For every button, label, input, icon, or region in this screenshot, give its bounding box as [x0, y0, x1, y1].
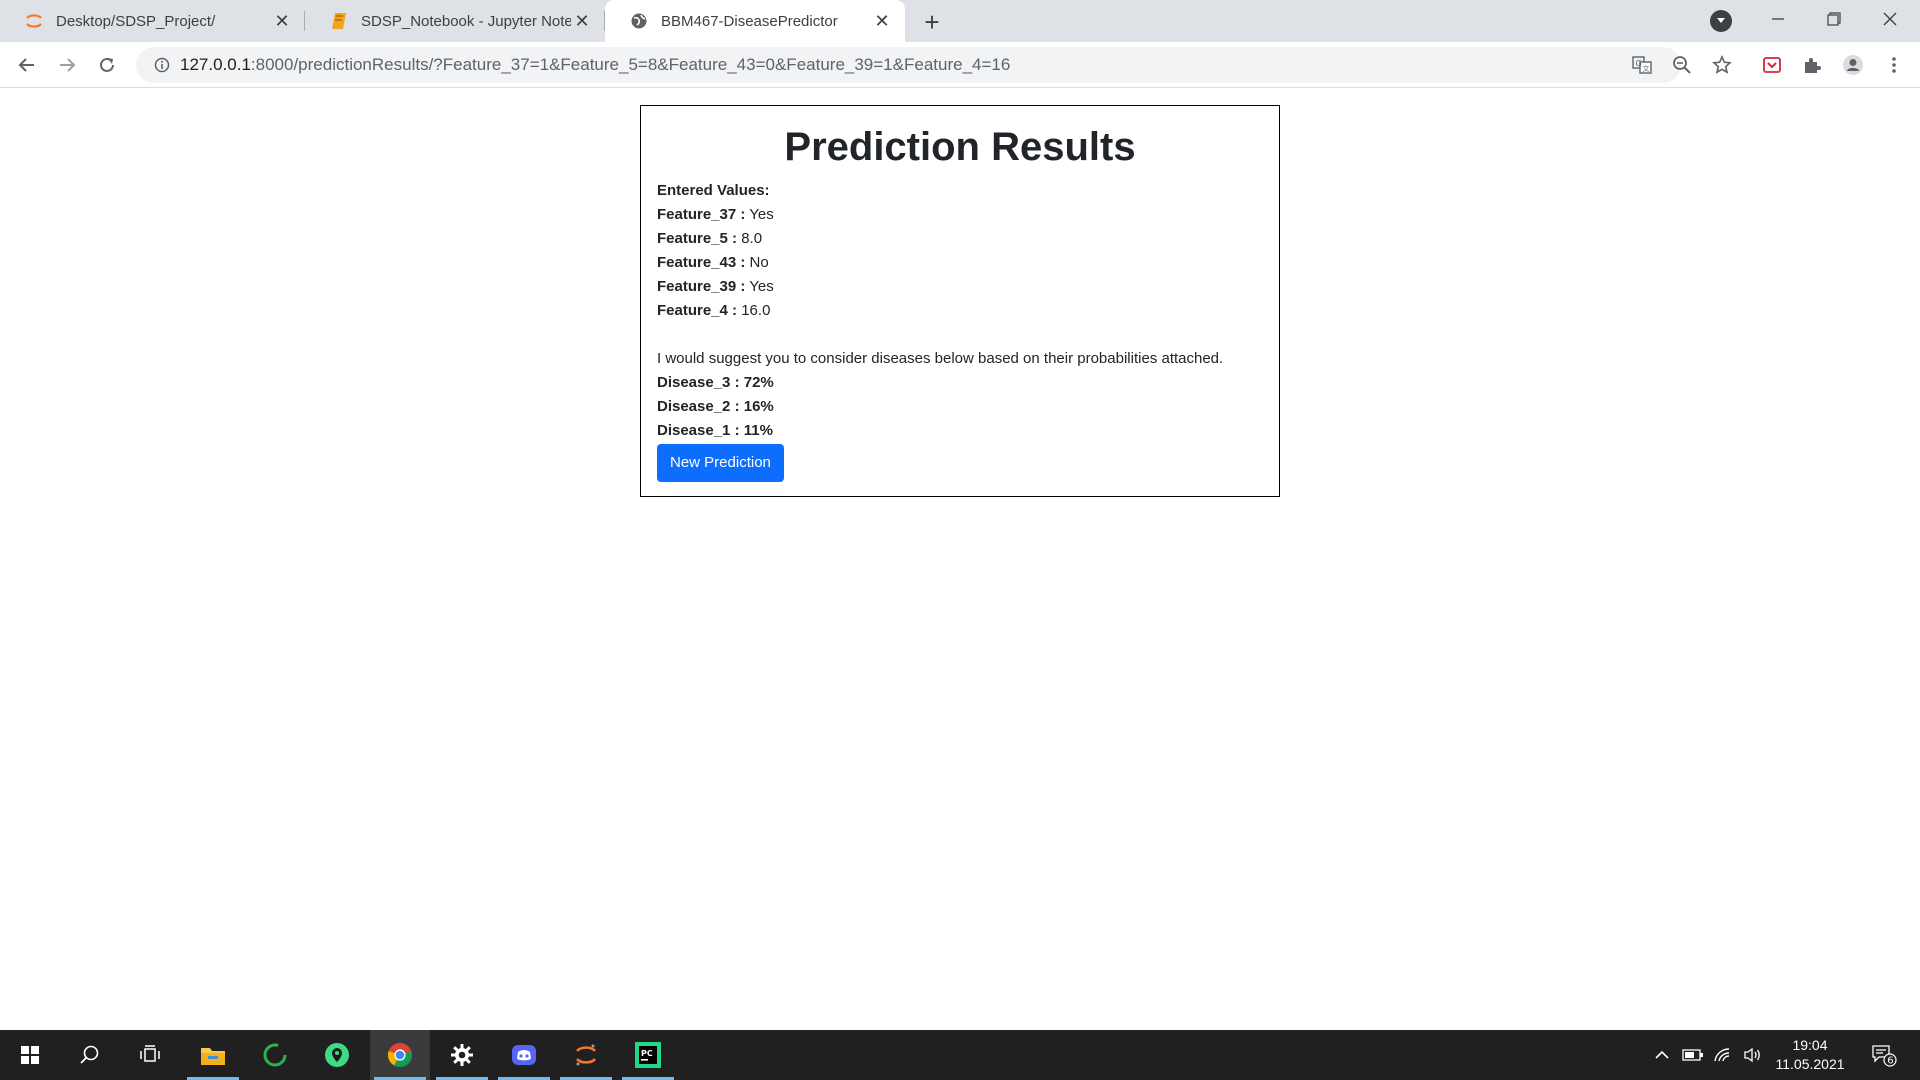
entered-values-label: Entered Values:: [657, 182, 770, 199]
settings-gear-icon[interactable]: [432, 1030, 492, 1080]
feature-value: 16.0: [741, 302, 771, 319]
disease-name: Disease_2 :: [657, 398, 740, 415]
wifi-icon[interactable]: [1710, 1030, 1736, 1080]
forward-button[interactable]: [51, 49, 83, 81]
task-view-icon[interactable]: [120, 1030, 180, 1080]
disease-probability: 16%: [743, 398, 774, 415]
disease-probability: 72%: [743, 374, 774, 391]
tab-search-button[interactable]: [1710, 10, 1732, 32]
notification-center-icon[interactable]: 6: [1864, 1030, 1904, 1080]
feature-name: Feature_37 :: [657, 206, 746, 223]
browser-menu-icon[interactable]: [1878, 49, 1910, 81]
address-bar[interactable]: 127.0.0.1:8000/predictionResults/?Featur…: [136, 47, 1732, 83]
browser-toolbar: 127.0.0.1:8000/predictionResults/?Featur…: [0, 42, 1920, 88]
clock-time: 19:04: [1792, 1037, 1828, 1053]
zoom-icon[interactable]: [1668, 51, 1696, 79]
close-icon[interactable]: ✕: [871, 10, 893, 32]
system-clock[interactable]: 19:04 11.05.2021: [1770, 1036, 1850, 1074]
bookmark-star-icon[interactable]: [1708, 51, 1736, 79]
disease-row: Disease_1 : 11%: [657, 419, 1263, 443]
feature-value: Yes: [749, 206, 774, 223]
page-title: Prediction Results: [784, 125, 1136, 169]
profile-avatar-icon[interactable]: [1837, 49, 1869, 81]
svg-text:文: 文: [1643, 64, 1650, 73]
feature-name: Feature_43 :: [657, 254, 746, 271]
restore-button[interactable]: [1806, 0, 1862, 38]
tab-disease-predictor[interactable]: BBM467-DiseasePredictor ✕: [605, 0, 905, 42]
prediction-results-card: Prediction Results Entered Values: Featu…: [640, 105, 1280, 497]
disease-row: Disease_3 : 72%: [657, 371, 1263, 395]
jupyter-taskbar-icon[interactable]: [556, 1030, 616, 1080]
feature-row: Feature_43 : No: [657, 251, 1263, 275]
clock-date: 11.05.2021: [1775, 1056, 1845, 1072]
feature-value: 8.0: [741, 230, 763, 247]
tab-title: Desktop/SDSP_Project/: [56, 12, 216, 30]
svg-text:G: G: [1636, 59, 1642, 68]
discord-icon[interactable]: [494, 1030, 554, 1080]
pycharm-icon[interactable]: PC: [618, 1030, 678, 1080]
feature-name: Feature_5 :: [657, 230, 738, 247]
globe-icon: [629, 11, 649, 31]
back-button[interactable]: [11, 49, 43, 81]
svg-text:PC: PC: [641, 1049, 653, 1058]
url-text: 127.0.0.1:8000/predictionResults/?Featur…: [180, 55, 1011, 74]
minimize-button[interactable]: [1750, 0, 1806, 38]
feature-row: Feature_39 : Yes: [657, 275, 1263, 299]
info-icon[interactable]: [144, 57, 180, 73]
windows-start-icon[interactable]: [0, 1030, 60, 1080]
file-explorer-icon[interactable]: [183, 1030, 243, 1080]
pocket-extension-icon[interactable]: [1756, 49, 1788, 81]
show-hidden-icons-chevron-icon[interactable]: [1650, 1030, 1674, 1080]
translate-icon[interactable]: G文: [1628, 51, 1656, 79]
jupyter-icon: [24, 11, 44, 31]
feature-value: No: [749, 254, 769, 271]
new-tab-button[interactable]: +: [918, 7, 946, 37]
tab-strip: Desktop/SDSP_Project/ ✕ SDSP_Notebook - …: [0, 0, 1920, 42]
disease-name: Disease_3 :: [657, 374, 740, 391]
feature-name: Feature_39 :: [657, 278, 746, 295]
battery-icon[interactable]: [1680, 1030, 1706, 1080]
maps-pin-app-icon[interactable]: [307, 1030, 367, 1080]
feature-row: Feature_37 : Yes: [657, 203, 1263, 227]
volume-icon[interactable]: [1740, 1030, 1766, 1080]
notebook-icon: [329, 11, 349, 31]
notification-count: 6: [1887, 1056, 1893, 1067]
new-prediction-button[interactable]: New Prediction: [657, 444, 784, 482]
close-icon[interactable]: ✕: [271, 10, 293, 32]
tab-title: BBM467-DiseasePredictor: [661, 12, 838, 30]
disease-probability: 11%: [743, 422, 773, 439]
activity-ring-icon[interactable]: [245, 1030, 305, 1080]
chrome-taskbar-icon[interactable]: [370, 1030, 430, 1080]
tab-jupyter-desktop[interactable]: Desktop/SDSP_Project/ ✕: [0, 0, 305, 42]
suggestion-text: I would suggest you to consider diseases…: [657, 350, 1224, 367]
tab-title: SDSP_Notebook - Jupyter Notebook: [361, 12, 571, 30]
tab-sdsp-notebook[interactable]: SDSP_Notebook - Jupyter Notebook ✕: [305, 0, 605, 42]
feature-name: Feature_4 :: [657, 302, 738, 319]
disease-name: Disease_1 :: [657, 422, 740, 439]
reload-button[interactable]: [91, 49, 123, 81]
close-window-button[interactable]: [1862, 0, 1918, 38]
close-icon[interactable]: ✕: [571, 10, 593, 32]
feature-row: Feature_4 : 16.0: [657, 299, 1263, 323]
search-icon[interactable]: [60, 1030, 120, 1080]
feature-row: Feature_5 : 8.0: [657, 227, 1263, 251]
extensions-puzzle-icon[interactable]: [1796, 49, 1828, 81]
feature-value: Yes: [749, 278, 774, 295]
disease-row: Disease_2 : 16%: [657, 395, 1263, 419]
taskbar: PC 19:04 11.05.2021 6: [0, 1030, 1920, 1080]
